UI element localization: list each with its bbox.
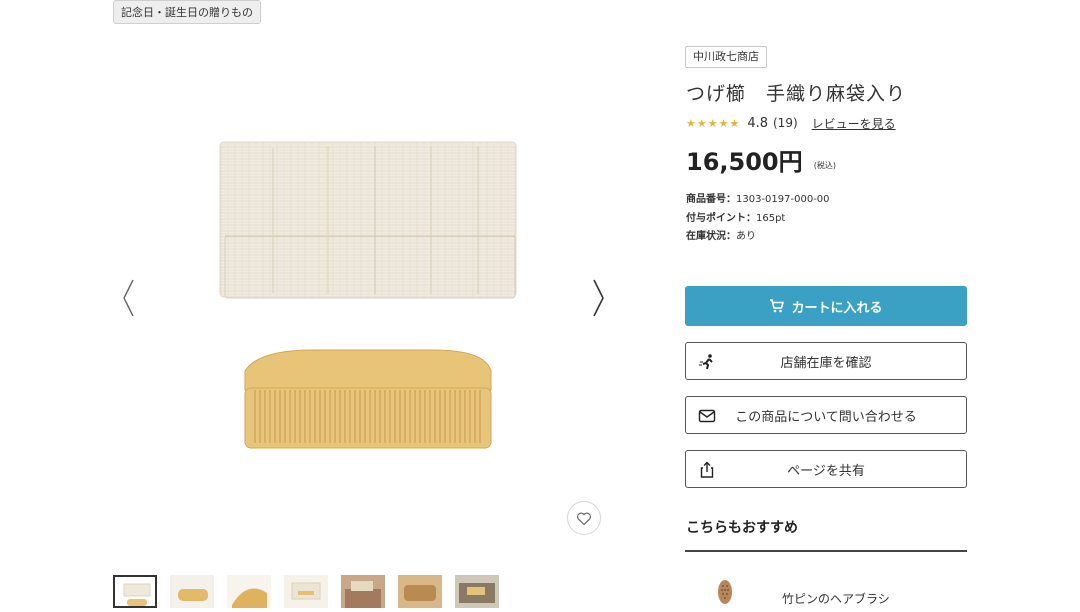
stock-value: あり — [736, 231, 756, 242]
mail-icon — [698, 409, 716, 423]
chevron-left-icon — [123, 279, 134, 317]
price-row: 16,500円 (税込) — [686, 142, 836, 177]
thumbnail-image — [227, 575, 271, 608]
recommend-heading: こちらもおすすめ — [686, 520, 798, 536]
thumbnail-image — [284, 575, 328, 608]
walking-person-icon — [699, 354, 713, 370]
boxwood-comb — [244, 349, 492, 449]
product-inquiry-button[interactable]: この商品について問い合わせる — [685, 396, 967, 434]
gallery-prev-arrow[interactable] — [118, 278, 138, 322]
share-page-button[interactable]: ページを共有 — [685, 450, 967, 488]
recommend-divider — [685, 550, 967, 552]
recommend-item-image[interactable] — [710, 578, 740, 608]
points-value: 165pt — [756, 213, 786, 224]
hairbrush-image — [718, 580, 732, 604]
review-count: (19) — [773, 116, 798, 130]
thumbnail-image — [398, 575, 442, 608]
share-icon — [700, 461, 714, 478]
points-label: 付与ポイント： — [686, 213, 756, 224]
thumbnail-5[interactable] — [341, 575, 385, 608]
thumbnail-1[interactable] — [113, 575, 157, 608]
star-rating-icon: ★★★★★ — [686, 116, 741, 130]
gallery-next-arrow[interactable] — [589, 278, 609, 322]
sku-value: 1303-0197-000-00 — [736, 194, 830, 205]
thumbnail-image — [170, 575, 214, 608]
thumbnail-strip — [113, 575, 513, 608]
sku-label: 商品番号： — [686, 194, 736, 205]
recommend-item-name[interactable]: 竹ピンのヘアブラシ — [782, 590, 890, 607]
thumbnail-image — [455, 575, 499, 608]
thumbnail-3[interactable] — [227, 575, 271, 608]
sku-row: 商品番号：1303-0197-000-00 — [686, 190, 830, 205]
linen-pouch — [219, 141, 517, 299]
product-price: 16,500円 — [686, 148, 803, 176]
heart-icon — [576, 512, 592, 525]
add-to-cart-button[interactable]: カートに入れる — [685, 286, 967, 326]
thumbnail-2[interactable] — [170, 575, 214, 608]
product-main-image — [113, 38, 613, 568]
inquiry-label: この商品について問い合わせる — [735, 409, 917, 425]
thumbnail-image — [341, 575, 385, 608]
stock-label: 在庫状況： — [686, 231, 736, 242]
share-label: ページを共有 — [787, 463, 865, 479]
cart-button-label: カートに入れる — [791, 300, 883, 316]
points-row: 付与ポイント：165pt — [686, 209, 785, 224]
rating-row: ★★★★★ 4.8 (19) レビューを見る — [686, 114, 896, 132]
thumbnail-4[interactable] — [284, 575, 328, 608]
thumbnail-image — [115, 577, 155, 606]
rating-value: 4.8 — [747, 115, 768, 131]
brand-badge[interactable]: 中川政七商店 — [685, 46, 767, 68]
cart-button-content: カートに入れる — [769, 297, 883, 316]
stock-row: 在庫状況：あり — [686, 227, 756, 242]
view-reviews-link[interactable]: レビューを見る — [812, 115, 896, 132]
product-photo — [219, 141, 517, 449]
cart-icon — [770, 299, 785, 313]
product-title: つげ櫛 手織り麻袋入り — [686, 83, 907, 105]
check-store-stock-button[interactable]: 店舗在庫を確認 — [685, 342, 967, 380]
thumbnail-7[interactable] — [455, 575, 499, 608]
tax-note: (税込) — [813, 161, 836, 170]
favorite-button[interactable] — [567, 501, 601, 535]
chevron-right-icon — [593, 279, 604, 317]
store-stock-label: 店舗在庫を確認 — [780, 355, 872, 371]
category-tag[interactable]: 記念日・誕生日の贈りもの — [113, 0, 261, 24]
thumbnail-6[interactable] — [398, 575, 442, 608]
